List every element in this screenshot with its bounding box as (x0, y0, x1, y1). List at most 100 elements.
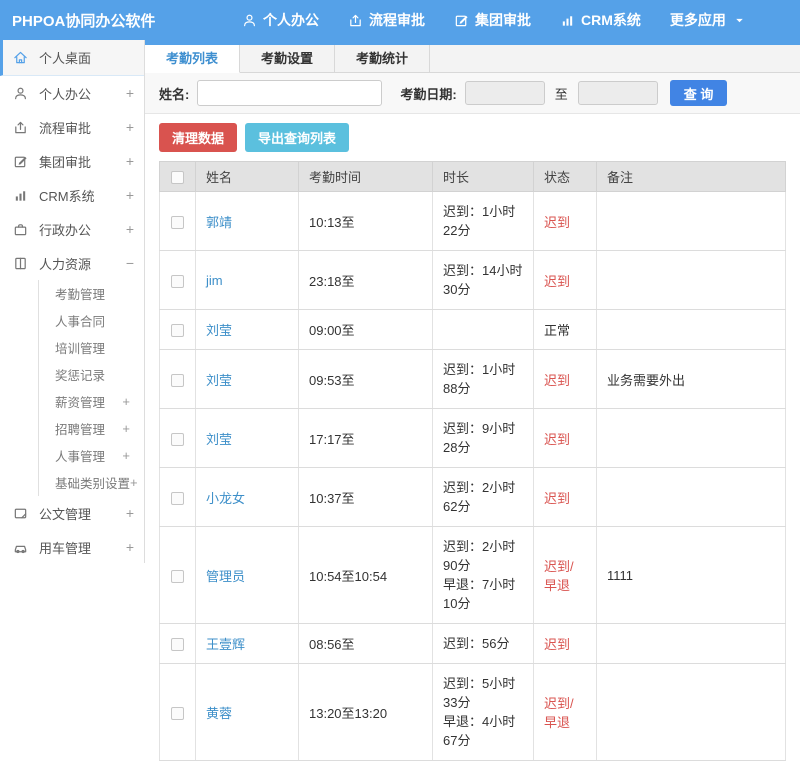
row-checkbox[interactable] (171, 706, 184, 720)
nav-workflow-approval[interactable]: 流程审批 (348, 10, 425, 30)
sidebar-item-admin-office[interactable]: 行政办公 + (0, 212, 144, 246)
clear-data-button[interactable]: 清理数据 (159, 123, 238, 152)
briefcase-icon (13, 222, 30, 237)
duration-cell: 迟到：2小时62分 (432, 467, 534, 527)
expand-toggle-icon[interactable]: + (126, 505, 134, 521)
duration-line: 迟到：5小时33分 (443, 676, 516, 710)
status-cell: 迟到 (533, 250, 597, 310)
sidebar-subitem-base-category-settings[interactable]: 基础类别设置 + (39, 469, 144, 496)
note-cell (596, 663, 786, 761)
sidebar-item-group-approval[interactable]: 集团审批 + (0, 144, 144, 178)
employee-name-link[interactable]: 刘莹 (206, 323, 232, 338)
status-cell: 迟到/早退 (533, 663, 597, 761)
col-header-status: 状态 (533, 161, 597, 192)
name-input[interactable] (197, 80, 383, 106)
tab-attendance-stats[interactable]: 考勤统计 (335, 45, 431, 72)
sidebar-item-document-management[interactable]: 公文管理 + (0, 496, 144, 530)
date-label: 考勤日期: (400, 86, 457, 102)
nav-label: 个人办公 (263, 12, 319, 28)
employee-name-link[interactable]: 刘莹 (206, 373, 232, 388)
car-icon (13, 540, 30, 555)
status-cell: 迟到 (533, 623, 597, 664)
sidebar-item-personal-office[interactable]: 个人办公 + (0, 76, 144, 110)
tab-attendance-list[interactable]: 考勤列表 (145, 45, 241, 73)
main-panel: 考勤列表 考勤设置 考勤统计 姓名: 考勤日期: 至 查 询 清理数据 导出查询列表… (145, 40, 800, 761)
employee-name-link[interactable]: 管理员 (206, 569, 245, 584)
row-checkbox[interactable] (171, 638, 184, 652)
sidebar-item-personal-desktop[interactable]: 个人桌面 (0, 40, 144, 76)
employee-name-link[interactable]: 王壹辉 (206, 637, 245, 652)
status-badge: 迟到/早退 (544, 696, 574, 730)
expand-toggle-icon[interactable]: − (126, 255, 134, 271)
tab-attendance-setup[interactable]: 考勤设置 (240, 45, 336, 72)
nav-group-approval[interactable]: 集团审批 (454, 10, 531, 30)
date-from-input[interactable] (464, 81, 545, 105)
row-checkbox[interactable] (171, 215, 184, 229)
status-badge: 迟到 (544, 490, 571, 506)
employee-name-link[interactable]: jim (206, 273, 223, 288)
employee-name-link[interactable]: 刘莹 (206, 432, 232, 447)
row-checkbox[interactable] (171, 324, 184, 338)
edit-icon (13, 154, 30, 169)
app-title: PHPOA协同办公软件 (12, 12, 156, 30)
date-to-input[interactable] (577, 81, 658, 105)
sidebar-subitem-reward-punishment[interactable]: 奖惩记录 (39, 361, 144, 388)
sidebar-subitem-training-management[interactable]: 培训管理 (39, 334, 144, 361)
top-nav: 个人办公 流程审批 集团审批 CRM系统 更多应用 (242, 10, 747, 30)
nav-more-apps[interactable]: 更多应用 (670, 10, 747, 30)
sidebar-subitem-label: 招聘管理 (55, 423, 106, 437)
bar-chart-icon (13, 188, 30, 203)
sidebar-item-vehicle-management[interactable]: 用车管理 + (0, 530, 144, 563)
note-cell (596, 309, 786, 350)
duration-line: 迟到：56分 (443, 636, 510, 651)
row-checkbox[interactable] (171, 491, 184, 505)
duration-cell (432, 309, 534, 350)
note-cell (596, 467, 786, 527)
sidebar-subitem-personnel-management[interactable]: 人事管理 + (39, 442, 144, 469)
status-badge: 正常 (544, 323, 571, 338)
expand-toggle-icon[interactable]: + (126, 153, 134, 169)
status-cell: 迟到 (533, 408, 597, 468)
expand-toggle-icon[interactable]: + (122, 394, 130, 409)
sidebar-subitem-salary-management[interactable]: 薪资管理 + (39, 388, 144, 415)
sidebar-subitem-recruitment-management[interactable]: 招聘管理 + (39, 415, 144, 442)
search-button[interactable]: 查 询 (669, 80, 728, 106)
attendance-time-cell: 13:20至13:20 (298, 663, 433, 761)
table-row: 刘莹 17:17至 迟到：9小时28分 迟到 (159, 408, 786, 468)
export-list-button[interactable]: 导出查询列表 (245, 123, 350, 152)
expand-toggle-icon[interactable]: + (126, 85, 134, 101)
note-cell: 业务需要外出 (596, 349, 786, 409)
edit-icon (454, 13, 469, 28)
nav-label: 更多应用 (669, 12, 726, 28)
duration-line: 早退：7小时10分 (443, 577, 516, 611)
table-row: 刘莹 09:00至 正常 (159, 309, 786, 350)
expand-toggle-icon[interactable]: + (130, 475, 138, 490)
expand-toggle-icon[interactable]: + (126, 119, 134, 135)
sidebar-item-human-resources[interactable]: 人力资源 − (0, 246, 144, 280)
expand-toggle-icon[interactable]: + (126, 539, 134, 555)
nav-personal-office[interactable]: 个人办公 (242, 10, 319, 30)
row-checkbox[interactable] (171, 274, 184, 288)
row-checkbox[interactable] (171, 373, 184, 387)
row-checkbox[interactable] (171, 432, 184, 446)
col-header-note: 备注 (596, 161, 786, 192)
expand-toggle-icon[interactable]: + (122, 421, 130, 436)
select-all-checkbox[interactable] (171, 171, 184, 185)
nav-crm-system[interactable]: CRM系统 (560, 10, 641, 30)
expand-toggle-icon[interactable]: + (126, 221, 134, 237)
sidebar-item-crm-system[interactable]: CRM系统 + (0, 178, 144, 212)
employee-name-link[interactable]: 小龙女 (206, 491, 245, 506)
sidebar-subitem-label: 基础类别设置 (55, 477, 131, 491)
sidebar-subitem-personnel-contract[interactable]: 人事合同 (39, 307, 144, 334)
nav-label: CRM系统 (581, 12, 641, 28)
sidebar-subitem-attendance-management[interactable]: 考勤管理 (39, 280, 144, 307)
table-row: 小龙女 10:37至 迟到：2小时62分 迟到 (159, 467, 786, 527)
expand-toggle-icon[interactable]: + (126, 187, 134, 203)
sidebar-item-label: 集团审批 (39, 154, 92, 170)
expand-toggle-icon[interactable]: + (122, 448, 130, 463)
attendance-time-cell: 10:13至 (298, 191, 433, 251)
row-checkbox[interactable] (171, 569, 184, 583)
employee-name-link[interactable]: 郭靖 (206, 215, 232, 230)
sidebar-item-workflow-approval[interactable]: 流程审批 + (0, 110, 144, 144)
employee-name-link[interactable]: 黄蓉 (206, 706, 232, 721)
